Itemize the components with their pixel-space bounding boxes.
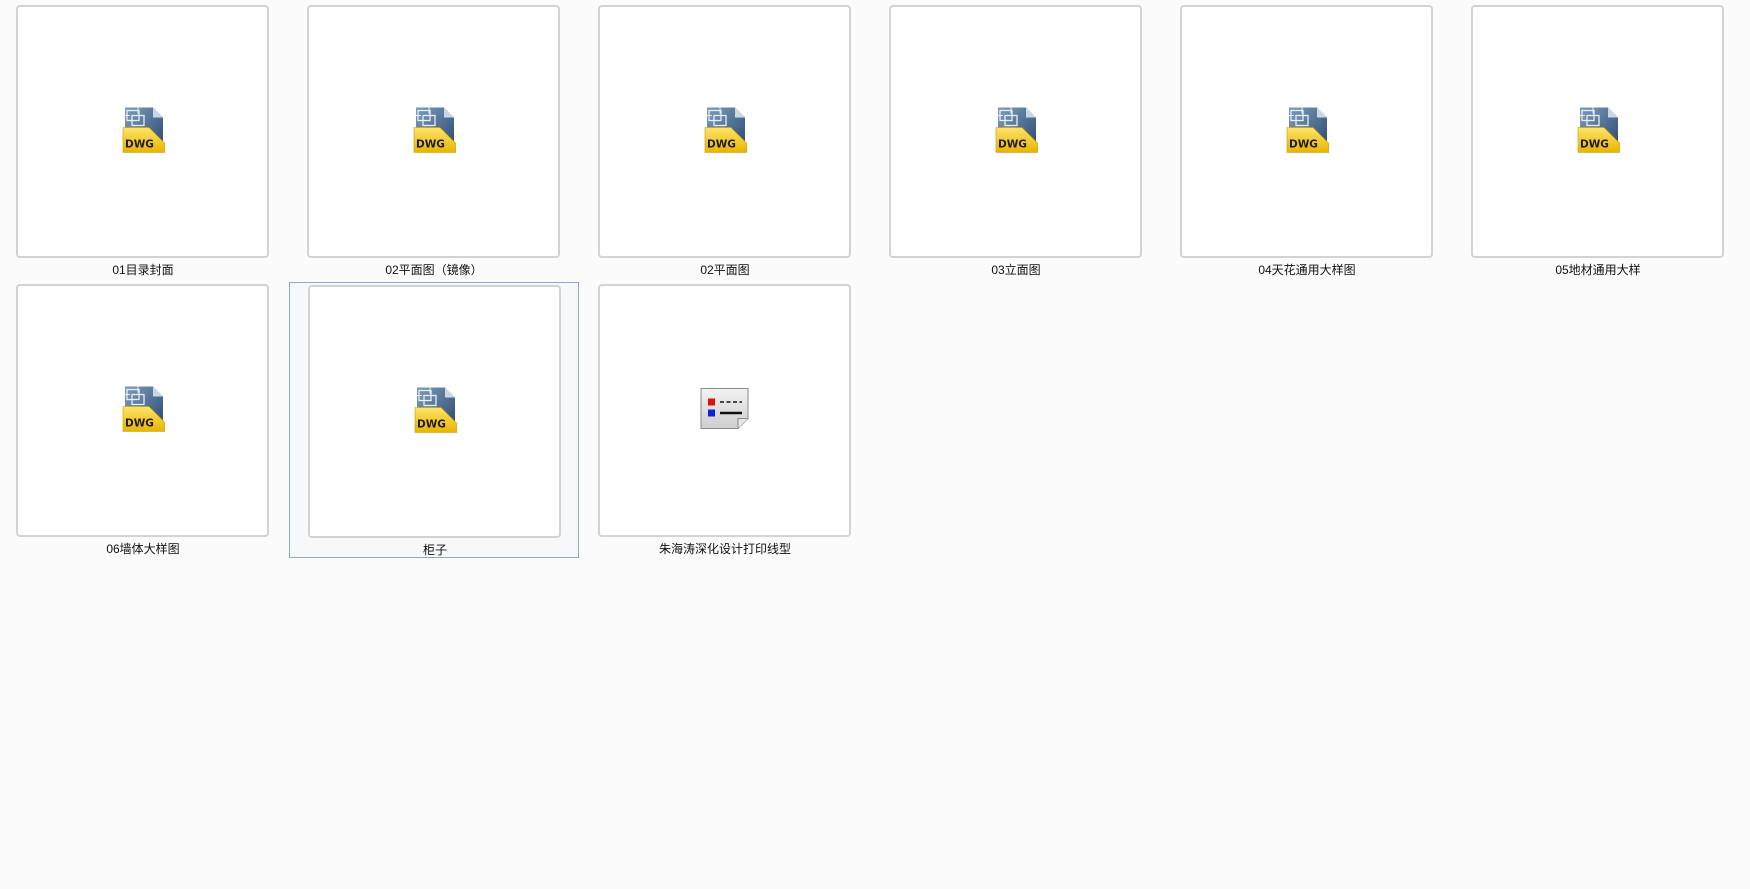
dwg-file-icon: DWG bbox=[994, 105, 1038, 158]
file-name-label[interactable]: 01目录封面 bbox=[0, 261, 288, 278]
dwg-file-icon: DWG bbox=[121, 384, 165, 437]
file-thumbnail-view: DWG 01目录封面 DWG 02平面图（镜像） DWG 02平面图 DWG 03立面图 DWG… bbox=[0, 0, 1750, 889]
file-name-label[interactable]: 朱海涛深化设计打印线型 bbox=[580, 540, 870, 557]
file-item[interactable]: DWG 04天花通用大样图 bbox=[1162, 3, 1452, 279]
dwg-file-icon: DWG bbox=[412, 105, 456, 158]
file-item[interactable]: DWG 02平面图（镜像） bbox=[289, 3, 579, 279]
file-name-label[interactable]: 03立面图 bbox=[871, 261, 1161, 278]
file-item[interactable]: 朱海涛深化设计打印线型 bbox=[580, 282, 870, 558]
file-thumbnail[interactable]: DWG bbox=[16, 5, 269, 258]
file-item[interactable]: DWG 03立面图 bbox=[871, 3, 1161, 279]
file-name-label[interactable]: 02平面图 bbox=[580, 261, 870, 278]
file-item[interactable]: DWG 05地材通用大样 bbox=[1453, 3, 1743, 279]
svg-text:DWG: DWG bbox=[998, 138, 1027, 150]
file-thumbnail[interactable]: DWG bbox=[1471, 5, 1724, 258]
linetype-file-icon bbox=[700, 387, 750, 434]
svg-text:DWG: DWG bbox=[416, 138, 445, 150]
dwg-file-icon: DWG bbox=[1285, 105, 1329, 158]
file-name-label[interactable]: 柜子 bbox=[290, 541, 580, 558]
svg-text:DWG: DWG bbox=[1580, 138, 1609, 150]
file-thumbnail[interactable]: DWG bbox=[889, 5, 1142, 258]
file-thumbnail[interactable] bbox=[598, 284, 851, 537]
file-item[interactable]: DWG 06墙体大样图 bbox=[0, 282, 288, 558]
svg-text:DWG: DWG bbox=[417, 418, 446, 430]
file-thumbnail[interactable]: DWG bbox=[598, 5, 851, 258]
svg-text:DWG: DWG bbox=[125, 417, 154, 429]
svg-text:DWG: DWG bbox=[1289, 138, 1318, 150]
dwg-file-icon: DWG bbox=[1576, 105, 1620, 158]
svg-text:DWG: DWG bbox=[707, 138, 736, 150]
file-thumbnail[interactable]: DWG bbox=[308, 285, 561, 538]
file-thumbnail[interactable]: DWG bbox=[16, 284, 269, 537]
file-item[interactable]: DWG 02平面图 bbox=[580, 3, 870, 279]
dwg-file-icon: DWG bbox=[121, 105, 165, 158]
file-name-label[interactable]: 05地材通用大样 bbox=[1453, 261, 1743, 278]
file-thumbnail[interactable]: DWG bbox=[307, 5, 560, 258]
file-thumbnail[interactable]: DWG bbox=[1180, 5, 1433, 258]
file-item[interactable]: DWG 01目录封面 bbox=[0, 3, 288, 279]
file-item[interactable]: DWG 柜子 bbox=[289, 282, 579, 558]
file-name-label[interactable]: 04天花通用大样图 bbox=[1162, 261, 1452, 278]
file-name-label[interactable]: 02平面图（镜像） bbox=[289, 261, 579, 278]
dwg-file-icon: DWG bbox=[413, 385, 457, 438]
dwg-file-icon: DWG bbox=[703, 105, 747, 158]
file-name-label[interactable]: 06墙体大样图 bbox=[0, 540, 288, 557]
svg-text:DWG: DWG bbox=[125, 138, 154, 150]
